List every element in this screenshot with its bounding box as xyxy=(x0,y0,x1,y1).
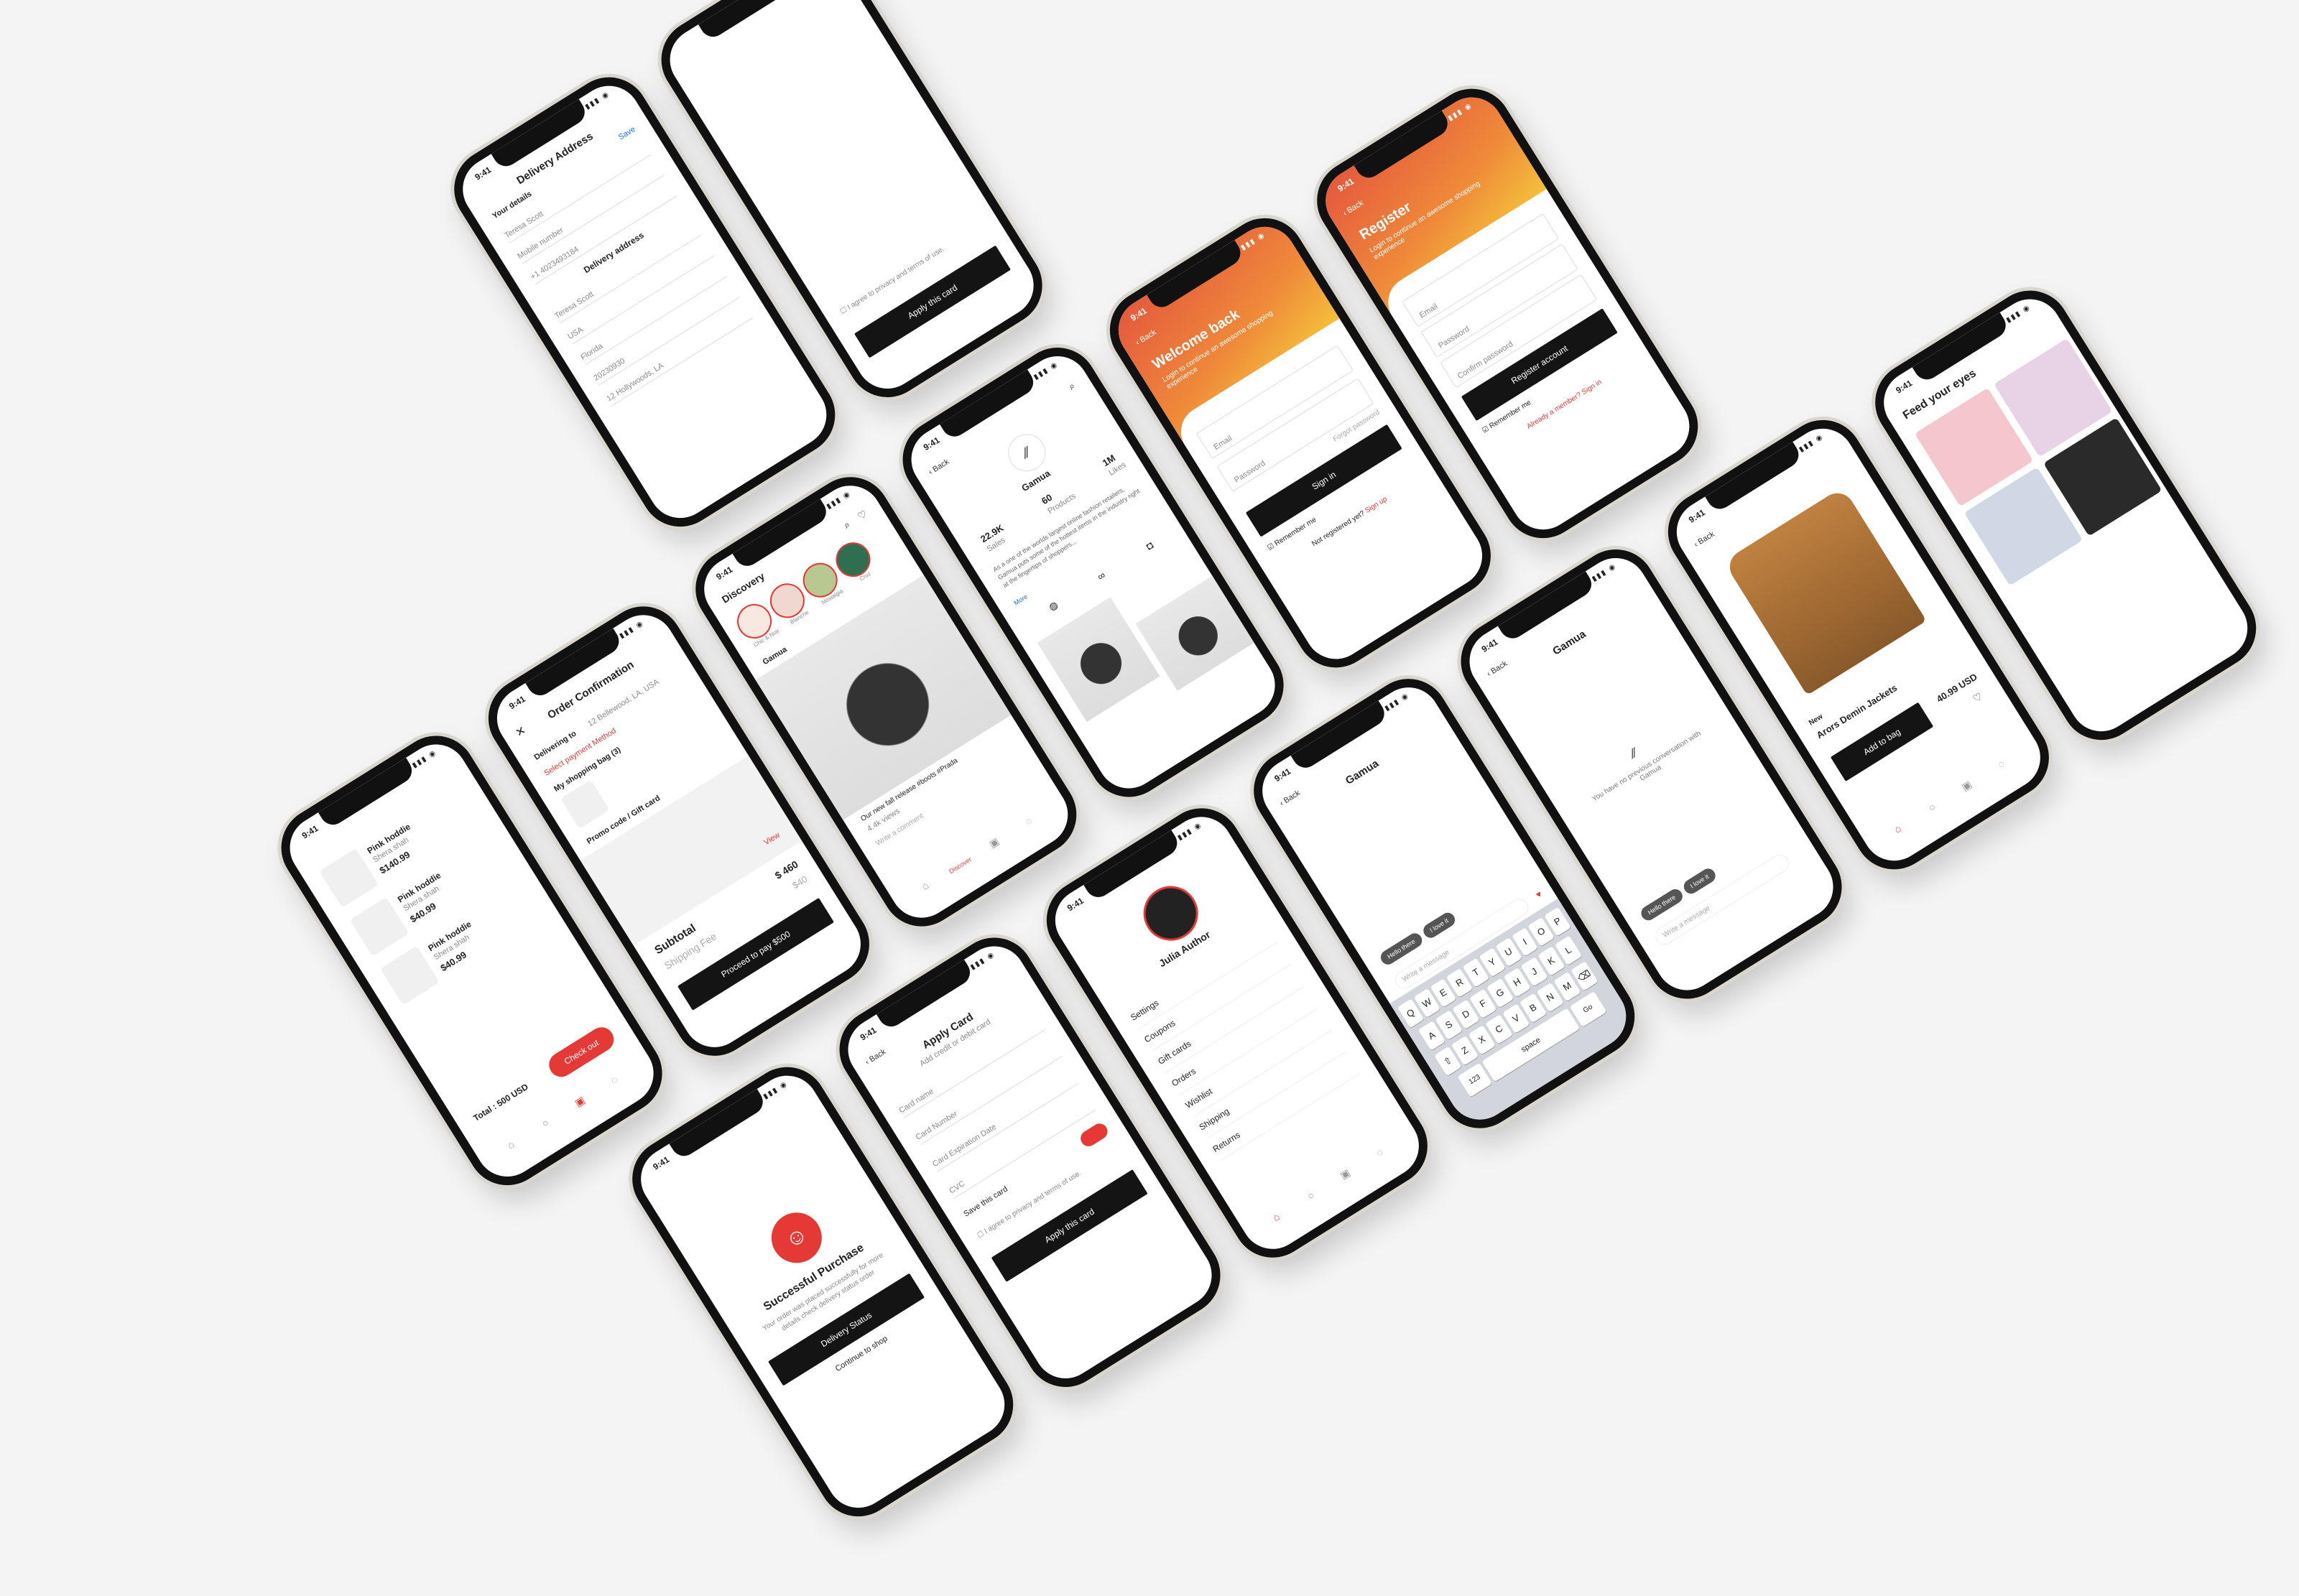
home-icon[interactable]: ⌂ xyxy=(905,870,945,901)
signal-icon: ▮▮▮ ◉ xyxy=(583,90,611,111)
back-label: Back xyxy=(1282,789,1302,806)
product-photo[interactable] xyxy=(1037,597,1160,723)
proceed-to-pay-button[interactable]: Proceed to pay $500 xyxy=(677,897,834,1011)
cart-item-thumb xyxy=(349,896,410,957)
quick-reply[interactable]: I love it xyxy=(1680,866,1719,897)
signal-icon: ▮▮▮ ◉ xyxy=(762,1080,790,1101)
status-time: 9:41 xyxy=(473,164,494,182)
brand-logo-icon: ⁄⁄ xyxy=(1628,746,1640,761)
status-time: 9:41 xyxy=(300,823,320,841)
jacket-photo xyxy=(1723,486,1927,696)
home-icon[interactable]: ⌂ xyxy=(491,1129,531,1161)
notch xyxy=(698,0,797,42)
status-time: 9:41 xyxy=(1272,766,1293,784)
status-time: 9:41 xyxy=(506,693,527,712)
cart-item-thumb xyxy=(380,945,440,1006)
tab-bar: ⌂○▣◌ xyxy=(1256,1133,1411,1241)
quick-reply[interactable]: I love it xyxy=(1420,909,1458,941)
empty-chat-text: You have no previous conversation with G… xyxy=(1591,729,1703,804)
user-icon[interactable]: ◌ xyxy=(594,1064,634,1096)
back-label: Back xyxy=(931,457,951,475)
search-icon[interactable]: ○ xyxy=(525,1108,565,1139)
signal-icon: ▮▮▮ ◉ xyxy=(1176,820,1204,843)
back-button[interactable]: ‹ Back xyxy=(928,458,951,477)
globe-icon[interactable]: ◍ xyxy=(1046,598,1060,613)
status-time: 9:41 xyxy=(921,435,942,453)
back-label: Back xyxy=(1696,529,1716,547)
signal-icon: ▮▮▮ ◉ xyxy=(968,950,997,972)
signal-icon: ▮▮▮ ◉ xyxy=(1590,562,1619,584)
search-icon[interactable]: ○ xyxy=(1290,1179,1331,1211)
link-icon[interactable]: ∞ xyxy=(1095,569,1107,583)
signal-icon: ▮▮▮ ◉ xyxy=(1798,432,1826,454)
status-time: 9:41 xyxy=(714,564,735,583)
signal-icon: ▮▮▮ ◉ xyxy=(825,489,853,511)
user-icon[interactable]: ◌ xyxy=(1008,805,1048,837)
home-tab[interactable]: ⌂ xyxy=(1256,1201,1296,1233)
cart-item-thumb xyxy=(319,848,379,908)
tab-bar: ⌂○▣◌ xyxy=(491,1061,646,1169)
instagram-icon[interactable]: ◘ xyxy=(1144,539,1155,552)
success-badge-icon: ☺ xyxy=(762,1203,832,1273)
apply-card-button[interactable]: Apply this card xyxy=(854,245,1011,358)
bag-icon[interactable]: ▣ xyxy=(1325,1158,1366,1189)
order-divider xyxy=(580,755,802,946)
new-badge: New xyxy=(1808,713,1825,728)
status-time: 9:41 xyxy=(1479,636,1500,655)
status-time: 9:41 xyxy=(1894,378,1915,396)
signal-icon: ▮▮▮ ◉ xyxy=(410,748,439,770)
discover-tab[interactable]: Discover xyxy=(941,852,979,879)
heart-icon[interactable]: ♥ xyxy=(1534,889,1543,900)
bag-icon[interactable]: ▣ xyxy=(1946,770,1987,802)
back-label: Back xyxy=(868,1047,888,1064)
search-icon[interactable]: ⌕ xyxy=(1066,379,1078,393)
back-label: Back xyxy=(1489,659,1509,676)
bag-icon[interactable]: ▣ xyxy=(560,1086,601,1118)
user-icon[interactable]: ◌ xyxy=(1981,748,2021,780)
products-label: Products xyxy=(1046,491,1078,516)
signal-icon: ▮▮▮ ◉ xyxy=(1383,691,1411,713)
signal-icon: ▮▮▮ ◉ xyxy=(618,618,646,641)
shipping-value: $40 xyxy=(790,873,810,891)
save-card-toggle[interactable] xyxy=(1078,1121,1111,1150)
bag-icon[interactable]: ▣ xyxy=(973,827,1014,858)
search-icon[interactable]: ○ xyxy=(1912,792,1952,823)
product-price: 40.99 USD xyxy=(1934,671,1979,705)
user-icon[interactable]: ◌ xyxy=(1359,1136,1400,1168)
back-button[interactable]: ‹ Back xyxy=(1693,530,1716,549)
search-icon[interactable]: ⌕ xyxy=(841,519,853,532)
apply-card-button[interactable]: Apply this card xyxy=(991,1169,1148,1282)
status-time: 9:41 xyxy=(651,1154,672,1172)
save-card-label: Save this card xyxy=(962,1184,1009,1219)
status-time: 9:41 xyxy=(1686,507,1707,525)
heart-icon[interactable]: ♡ xyxy=(856,508,870,523)
tab-bar: ⌂Discover▣◌ xyxy=(905,802,1060,910)
status-time: 9:41 xyxy=(1065,895,1086,914)
heart-icon[interactable]: ♡ xyxy=(1971,690,1985,705)
checkout-button[interactable]: Check out xyxy=(544,1022,619,1082)
more-link[interactable]: More xyxy=(1012,593,1029,606)
home-icon[interactable]: ⌂ xyxy=(1877,813,1918,845)
signal-icon: ▮▮▮ ◉ xyxy=(1032,360,1060,382)
tab-bar: ⌂○▣◌ xyxy=(1877,745,2032,853)
status-time: 9:41 xyxy=(858,1024,879,1043)
cart-total: Total : 500 USD xyxy=(471,1081,530,1123)
signal-icon: ▮▮▮ ◉ xyxy=(2004,303,2032,325)
